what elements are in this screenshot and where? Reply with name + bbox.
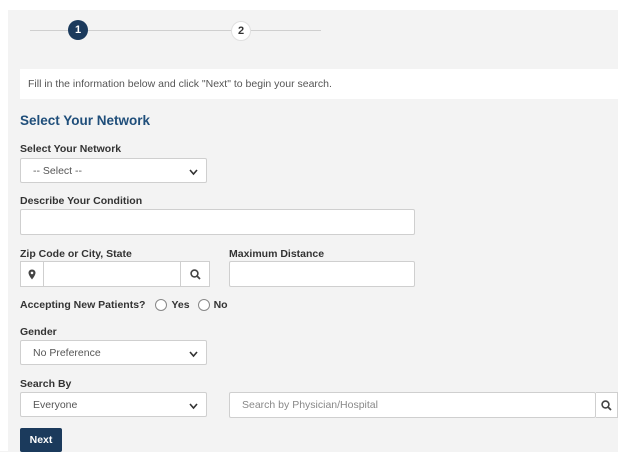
chevron-down-icon: [189, 401, 198, 413]
search-by-select-value: Everyone: [33, 399, 78, 411]
network-select-value: -- Select --: [33, 165, 83, 177]
physician-search-placeholder: Search by Physician/Hospital: [242, 399, 378, 411]
zip-label: Zip Code or City, State: [20, 248, 132, 260]
distance-input[interactable]: [229, 261, 415, 287]
accepting-no-option[interactable]: No: [197, 299, 228, 311]
search-by-select[interactable]: Everyone: [20, 392, 207, 417]
network-select[interactable]: -- Select --: [20, 158, 207, 183]
gender-select-value: No Preference: [33, 347, 101, 359]
radio-yes-label: Yes: [171, 299, 190, 311]
chevron-down-icon: [189, 167, 198, 179]
network-label: Select Your Network: [20, 143, 122, 155]
next-button[interactable]: Next: [20, 428, 62, 452]
step-line-right: [251, 30, 321, 31]
physician-search-button[interactable]: [596, 392, 618, 418]
left-edge: [0, 0, 8, 451]
info-bar: Fill in the information below and click …: [20, 69, 618, 99]
stepper: 1 2: [30, 18, 330, 44]
chevron-down-icon: [189, 349, 198, 361]
distance-label: Maximum Distance: [229, 248, 325, 260]
step-line-middle: [88, 30, 231, 31]
gender-label: Gender: [20, 326, 57, 338]
physician-search-input[interactable]: Search by Physician/Hospital: [229, 392, 596, 418]
condition-input[interactable]: [20, 209, 415, 235]
radio-no[interactable]: [197, 299, 210, 311]
accepting-yes-option[interactable]: Yes: [155, 299, 190, 311]
search-icon: [189, 268, 201, 280]
accepting-label: Accepting New Patients?: [20, 299, 146, 311]
search-icon: [601, 399, 612, 411]
location-pin-icon: [20, 261, 44, 287]
search-by-label: Search By: [20, 378, 72, 390]
step-2-indicator: 2: [231, 21, 251, 41]
gender-select[interactable]: No Preference: [20, 340, 207, 365]
zip-input[interactable]: [44, 261, 180, 287]
condition-label: Describe Your Condition: [20, 195, 143, 207]
zip-search-button[interactable]: [180, 261, 210, 287]
zip-input-group: [20, 261, 210, 287]
accepting-row: Accepting New Patients? Yes No: [20, 299, 228, 311]
top-edge: [0, 0, 618, 10]
step-line-left: [30, 30, 68, 31]
radio-no-label: No: [213, 299, 228, 311]
step-1-indicator: 1: [68, 20, 88, 40]
section-title: Select Your Network: [20, 113, 151, 128]
radio-yes[interactable]: [155, 299, 168, 311]
